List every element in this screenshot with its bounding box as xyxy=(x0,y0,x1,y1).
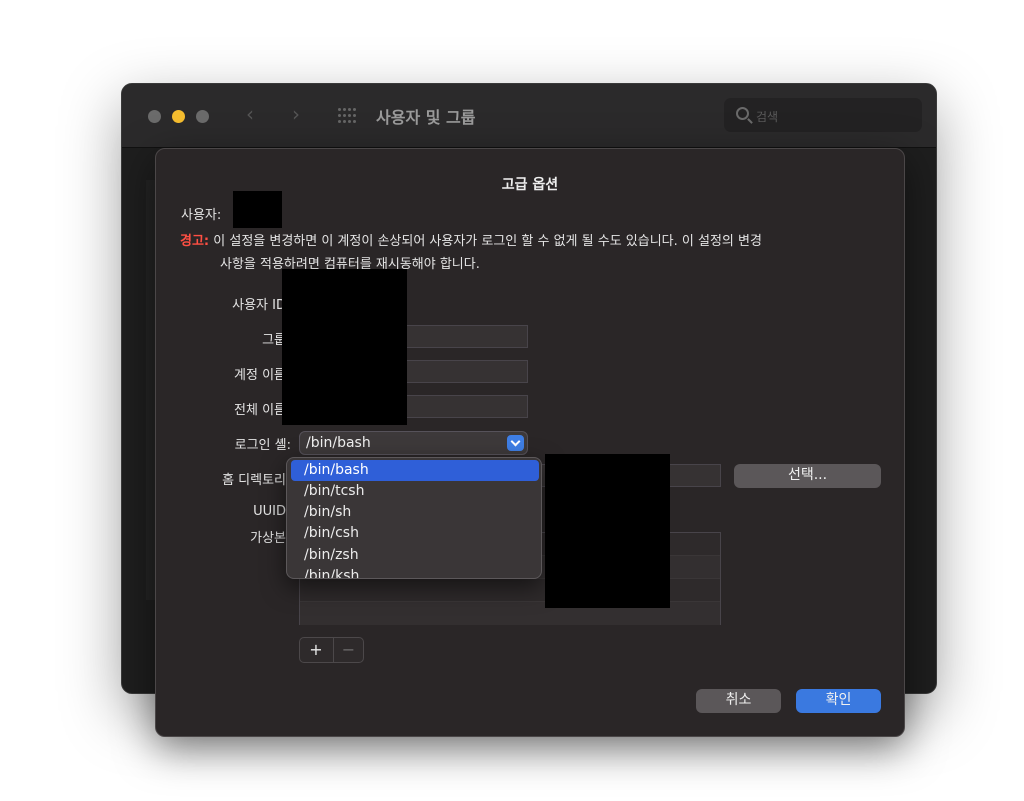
home-directory-label: 홈 디렉토리 xyxy=(222,473,286,488)
choose-home-button[interactable]: 선택... xyxy=(734,464,881,488)
login-shell-label: 로그인 셸: xyxy=(234,438,291,453)
aliases-label: 가상본 xyxy=(250,531,286,546)
menu-item-bin-tcsh[interactable]: /bin/tcsh xyxy=(291,481,539,502)
remove-alias-button[interactable]: − xyxy=(333,638,363,662)
alias-add-remove-control: + − xyxy=(299,637,364,663)
search-icon xyxy=(736,107,749,120)
login-shell-popup[interactable]: /bin/bash xyxy=(299,431,528,455)
login-shell-value: /bin/bash xyxy=(306,435,371,451)
show-all-grid-icon[interactable] xyxy=(338,108,358,124)
account-name-label: 계정 이름 xyxy=(234,368,286,383)
minimize-window-button[interactable] xyxy=(172,110,185,123)
menu-item-bin-ksh[interactable]: /bin/ksh xyxy=(291,566,539,578)
search-placeholder: 검색 xyxy=(756,110,779,124)
warning-label: 경고: xyxy=(180,234,210,249)
user-id-label: 사용자 ID xyxy=(232,298,286,313)
warning-text: 경고: 이 설정을 변경하면 이 계정이 손상되어 사용자가 로그인 할 수 없… xyxy=(180,232,870,252)
login-shell-menu: /bin/bash /bin/tcsh /bin/sh /bin/csh /bi… xyxy=(286,457,542,579)
forward-icon[interactable]: › xyxy=(292,102,300,126)
add-alias-button[interactable]: + xyxy=(300,638,332,662)
user-label: 사용자: xyxy=(181,208,222,223)
close-window-button[interactable] xyxy=(148,110,161,123)
redacted-username xyxy=(233,191,282,228)
window-titlebar: ‹ › 사용자 및 그룹 검색 xyxy=(122,84,936,148)
cancel-button[interactable]: 취소 xyxy=(696,689,781,713)
uuid-label: UUID xyxy=(253,504,286,519)
menu-item-bin-zsh[interactable]: /bin/zsh xyxy=(291,545,539,566)
warning-line-1: 이 설정을 변경하면 이 계정이 손상되어 사용자가 로그인 할 수 없게 될 … xyxy=(213,234,762,249)
ok-button[interactable]: 확인 xyxy=(796,689,881,713)
chevron-down-icon xyxy=(507,435,524,451)
window-title: 사용자 및 그룹 xyxy=(376,108,476,127)
menu-item-bin-sh[interactable]: /bin/sh xyxy=(291,502,539,523)
advanced-options-sheet: 고급 옵션 사용자: 경고: 이 설정을 변경하면 이 계정이 손상되어 사용자… xyxy=(155,148,905,737)
menu-item-bin-bash[interactable]: /bin/bash xyxy=(291,460,539,481)
menu-item-bin-csh[interactable]: /bin/csh xyxy=(291,523,539,544)
redacted-account-details xyxy=(282,269,407,425)
back-icon[interactable]: ‹ xyxy=(246,102,254,126)
group-label: 그룹 xyxy=(262,333,286,348)
search-field[interactable]: 검색 xyxy=(724,98,922,132)
redacted-home-uuid xyxy=(545,454,670,608)
zoom-window-button[interactable] xyxy=(196,110,209,123)
full-name-label: 전체 이름 xyxy=(234,403,286,418)
